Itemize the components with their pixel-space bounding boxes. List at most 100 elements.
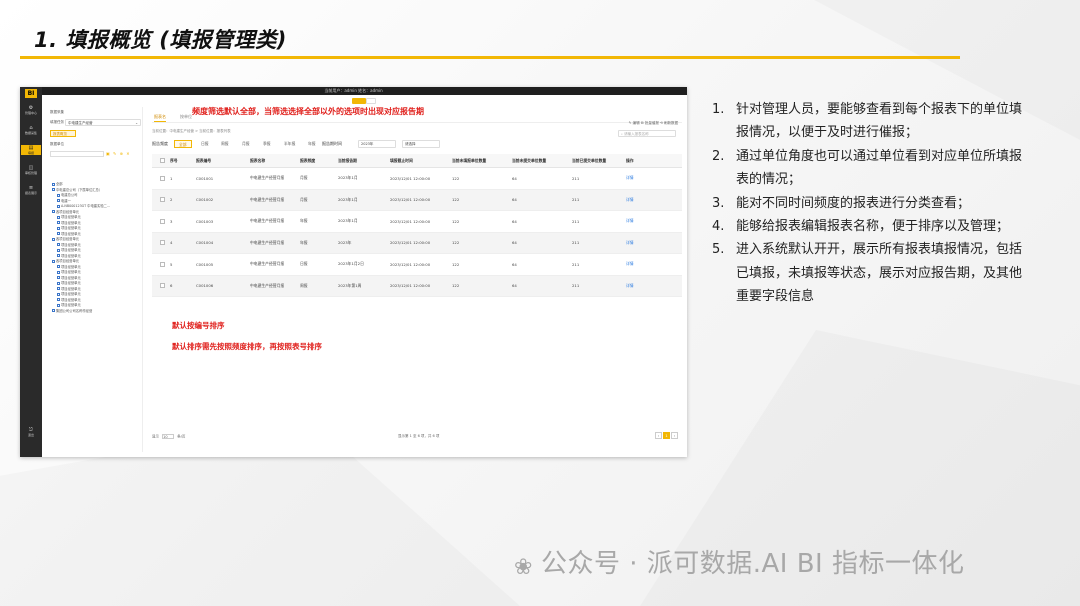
detail-link[interactable]: 详情 <box>626 276 634 297</box>
tree-checkbox[interactable] <box>57 248 60 252</box>
tree-checkbox[interactable] <box>57 221 60 224</box>
frequency-chip[interactable]: 年报 <box>304 140 320 148</box>
sidebar-item[interactable]: ≡ 报表展示 <box>21 185 41 195</box>
report-search-input[interactable]: ⌕ 请输入报表名称 <box>618 130 676 137</box>
column-header[interactable]: 当前未填报单位数量 <box>452 154 486 167</box>
annotation-default-sort: 默认按编号排序 <box>172 321 225 330</box>
detail-link[interactable]: 详情 <box>626 190 634 211</box>
tab-by-unit[interactable]: 按单位 <box>180 113 192 121</box>
detail-link[interactable]: 详情 <box>626 211 634 232</box>
tree-tools-icons[interactable]: ▣ ✎ ⊕ ✕ <box>106 151 131 156</box>
tree-checkbox[interactable] <box>57 232 60 235</box>
tree-checkbox[interactable] <box>57 204 60 208</box>
pagination-info: 显示第 1 至 6 项，共 6 项 <box>398 434 440 438</box>
tree-node[interactable]: 集团公司公司名称作经营 <box>52 309 142 315</box>
unit-label: 数据单位 <box>50 142 64 146</box>
table-cell: 64 <box>512 175 517 181</box>
tree-checkbox[interactable] <box>57 276 60 279</box>
row-checkbox[interactable] <box>160 168 165 189</box>
frequency-chip[interactable]: 半年报 <box>280 140 299 148</box>
table-cell: 122 <box>452 240 460 246</box>
unit-select[interactable]: 请选择 <box>402 140 440 148</box>
annotation-sort-rule: 默认排序需先按照频度排序，再按照表号排序 <box>172 342 322 351</box>
tree-checkbox[interactable] <box>52 182 55 186</box>
watermark: ❀ 公众号 · 派可数据.AI BI 指标一体化 <box>514 543 965 580</box>
page-button[interactable]: 1 <box>663 432 670 439</box>
row-checkbox[interactable] <box>160 211 165 232</box>
detail-link[interactable]: 详情 <box>626 254 634 275</box>
tree-checkbox[interactable] <box>52 237 55 241</box>
page-button[interactable]: › <box>671 432 678 439</box>
toolbar-actions[interactable]: ✎ 编辑 ⊞ 批量催报 ⟲ 刷新数据 <box>629 121 678 126</box>
select-all-checkbox[interactable] <box>160 154 165 167</box>
app-topbar: 当前用户：admin 姓名：admin <box>20 87 687 95</box>
tree-checkbox[interactable] <box>57 303 60 307</box>
tree-checkbox[interactable] <box>57 226 60 230</box>
frequency-label: 报告频度 <box>152 141 168 146</box>
sidebar-item[interactable]: ⚙ 管理中心 <box>21 105 41 115</box>
detail-link[interactable]: 详情 <box>626 168 634 189</box>
column-header[interactable]: 当前报告期 <box>338 154 357 167</box>
column-header[interactable]: 报表频度 <box>300 154 315 167</box>
tree-search-input[interactable] <box>50 151 104 157</box>
tree-checkbox[interactable] <box>57 215 60 219</box>
column-header[interactable]: 操作 <box>626 154 634 167</box>
tree-checkbox[interactable] <box>57 254 60 257</box>
table-cell: 2 <box>170 197 173 203</box>
table-cell: 211 <box>572 218 580 224</box>
view-toggle[interactable] <box>366 98 376 104</box>
row-checkbox[interactable] <box>160 254 165 275</box>
frequency-chip[interactable]: 季报 <box>259 140 275 148</box>
tab-by-report[interactable]: 报表名 <box>154 113 166 122</box>
tree-checkbox[interactable] <box>57 243 60 246</box>
frequency-chip[interactable]: 周报 <box>217 140 233 148</box>
sidebar-item[interactable]: ▤ 填报 <box>21 145 41 155</box>
view-toggle-active[interactable] <box>352 98 366 104</box>
detail-link[interactable]: 详情 <box>626 233 634 254</box>
report-overview-button[interactable]: 报表概览 <box>50 130 76 137</box>
page-button[interactable]: ‹ <box>655 432 662 439</box>
tree-node-label: 电建总公司 <box>61 193 78 197</box>
sidebar-item[interactable]: ⎋ 退出 <box>21 427 41 437</box>
tree-checkbox[interactable] <box>57 292 60 296</box>
row-checkbox[interactable] <box>160 190 165 211</box>
frequency-chip[interactable]: 日报 <box>197 140 213 148</box>
sidebar-item[interactable]: ◫ 审核管理 <box>21 165 41 175</box>
tree-checkbox[interactable] <box>52 210 55 213</box>
page-size-select[interactable]: 10 <box>162 434 175 439</box>
frequency-chip[interactable]: 月报 <box>238 140 254 148</box>
title-underline <box>20 56 960 59</box>
tree-checkbox[interactable] <box>57 287 60 290</box>
requirement-text: 通过单位角度也可以通过单位看到对应单位所填报表的情况； <box>736 148 1023 188</box>
column-header[interactable]: 报表编号 <box>196 154 211 167</box>
period-select[interactable]: 2023年 <box>358 140 396 148</box>
row-checkbox[interactable] <box>160 276 165 297</box>
column-header[interactable]: 当前未提交单位数量 <box>512 154 546 167</box>
tree-checkbox[interactable] <box>52 309 55 312</box>
tree-checkbox[interactable] <box>57 193 60 197</box>
app-logo: BI <box>25 89 37 98</box>
task-select[interactable]: 中电建生产经营 ⌄ <box>65 119 141 126</box>
table-cell: C001002 <box>196 197 214 203</box>
column-header[interactable]: 序号 <box>170 154 178 167</box>
row-checkbox[interactable] <box>160 233 165 254</box>
table-row: 5 C001005 中电建生产经营月报 日报 2023年1月2日 2023/12/01 1… <box>152 254 682 276</box>
table-cell: 中电建生产经营月报 <box>250 239 285 245</box>
sidebar-item[interactable]: ⌂ 数据采集 <box>21 125 41 135</box>
tree-checkbox[interactable] <box>57 281 60 285</box>
tree-checkbox[interactable] <box>57 265 60 268</box>
tree-checkbox[interactable] <box>57 199 60 202</box>
table-cell: 64 <box>512 197 517 203</box>
tree-node-label: 项目经营单元 <box>61 270 81 274</box>
column-header[interactable]: 报表名称 <box>250 154 265 167</box>
table-row: 1 C001001 中电建生产经营月报 月报 2023年1月 2023/12/01 12:… <box>152 168 682 190</box>
frequency-chip[interactable]: 全部 <box>174 140 192 148</box>
column-header[interactable]: 当前已提交单位数量 <box>572 154 606 167</box>
app-left-sidebar: BI ⚙ 管理中心 ⌂ 数据采集 ▤ 填报 ◫ 审核管理 ≡ 报表展示 ⎋ 退出 <box>20 87 42 457</box>
tree-checkbox[interactable] <box>52 259 55 263</box>
tree-checkbox[interactable] <box>52 188 55 191</box>
tree-checkbox[interactable] <box>57 298 60 301</box>
search-placeholder: 请输入报表名称 <box>624 132 649 136</box>
column-header[interactable]: 填报截止时间 <box>390 154 413 167</box>
tree-checkbox[interactable] <box>57 270 60 274</box>
